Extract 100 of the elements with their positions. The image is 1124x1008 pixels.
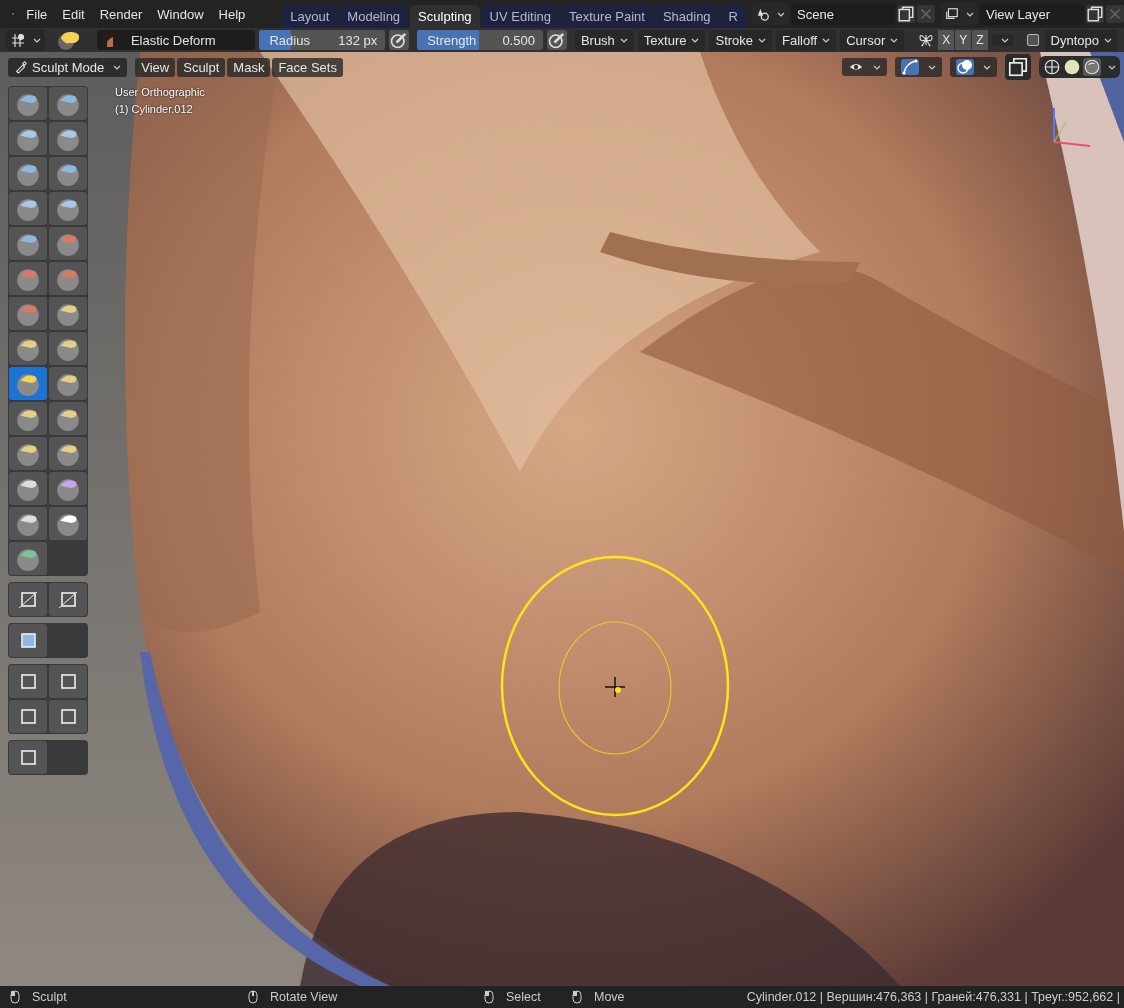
chevron-down-icon — [1104, 37, 1112, 43]
tool-button[interactable] — [9, 192, 47, 225]
strength-slider[interactable]: Strength 0.500 — [417, 30, 543, 50]
dropdown-menu[interactable]: Brush — [574, 29, 634, 51]
chevron-down-icon — [777, 11, 785, 17]
mouse-icon — [572, 990, 582, 1004]
tool-selector-button[interactable] — [6, 29, 45, 51]
tool-button[interactable] — [49, 192, 87, 225]
menu-item[interactable]: Edit — [62, 6, 93, 22]
visibility-dropdown[interactable] — [842, 58, 887, 76]
tool-button[interactable] — [9, 87, 47, 120]
viewport-info-text: (1) Cylinder.012 — [115, 103, 194, 115]
chevron-down-icon — [1108, 64, 1116, 70]
pressure-pen-icon[interactable] — [389, 30, 410, 50]
workspace-tab[interactable]: Shading — [654, 5, 719, 28]
chevron-down-icon — [928, 64, 936, 70]
tool-button[interactable] — [49, 297, 87, 330]
dropdown-menu[interactable]: Texture — [637, 29, 706, 51]
dyntopo-checkbox[interactable] — [1026, 34, 1039, 46]
tool-button[interactable] — [9, 624, 47, 657]
tool-button[interactable] — [49, 665, 87, 698]
status-hint: Sculpt — [32, 990, 67, 1004]
tool-button[interactable] — [9, 542, 47, 575]
curve-icon — [901, 59, 919, 75]
tool-button[interactable] — [9, 700, 47, 733]
chevron-down-icon — [33, 37, 41, 43]
chevron-down-icon — [1000, 37, 1009, 43]
symmetry-toggle[interactable]: X — [938, 30, 955, 50]
tool-button[interactable] — [9, 157, 47, 190]
tool-button[interactable] — [9, 227, 47, 260]
tool-button[interactable] — [49, 87, 87, 120]
mouse-icon — [10, 990, 20, 1004]
pressure-pen-icon[interactable] — [546, 30, 567, 50]
tool-button[interactable] — [49, 332, 87, 365]
shading-selector[interactable] — [1039, 56, 1120, 78]
tool-button[interactable] — [49, 122, 87, 155]
view-layer-selector-button[interactable] — [941, 3, 978, 25]
symmetry-toggle[interactable]: Z — [972, 30, 988, 50]
tool-button[interactable] — [9, 402, 47, 435]
workspace-tab[interactable]: Sculpting — [410, 5, 480, 28]
symmetry-toggle[interactable]: Y — [955, 30, 972, 50]
butterfly-icon — [918, 32, 935, 48]
scene-selector-button[interactable] — [752, 3, 789, 25]
tool-button[interactable] — [49, 583, 87, 616]
image-stack-icon — [945, 7, 959, 21]
workspace-tab[interactable]: Texture Paint — [561, 5, 653, 28]
tool-button[interactable] — [9, 332, 47, 365]
tool-button[interactable] — [49, 472, 87, 505]
tool-button[interactable] — [9, 122, 47, 155]
chevron-down-icon — [758, 37, 767, 43]
mouse-icon — [248, 990, 258, 1004]
tool-button[interactable] — [49, 367, 87, 400]
wireframe-shading-icon[interactable] — [1043, 58, 1061, 76]
view-layer-field[interactable]: View Layer — [980, 3, 1084, 25]
dyntopo-dropdown[interactable]: Dyntopo — [1044, 29, 1118, 51]
workspace-tab[interactable]: R — [720, 5, 746, 28]
scene-statistics: Cylinder.012 | Вершин:476,363 | Граней:476,331 | Треуг.:952,662 | — [746, 990, 1120, 1004]
menu-item[interactable]: Render — [99, 6, 151, 22]
dropdown-menu[interactable]: Stroke — [709, 29, 773, 51]
menu-item[interactable]: Help — [218, 6, 254, 22]
tool-button[interactable] — [9, 665, 47, 698]
tool-button[interactable] — [49, 700, 87, 733]
workspace-tab[interactable]: Modeling — [339, 5, 409, 28]
workspace-tab[interactable]: UV Editing — [481, 5, 559, 28]
gizmo-dropdown[interactable] — [895, 57, 942, 77]
tool-button[interactable] — [9, 367, 47, 400]
xray-toggle-icon[interactable] — [1005, 54, 1031, 80]
scene-name-field[interactable]: Scene — [791, 3, 895, 25]
solid-shading-icon[interactable] — [1063, 58, 1081, 76]
workspace-tab[interactable]: Layout — [282, 5, 338, 28]
chevron-down-icon — [983, 64, 991, 70]
tool-button[interactable] — [49, 157, 87, 190]
status-hint: Select — [506, 990, 541, 1004]
grid-tool-icon — [10, 32, 26, 48]
status-hint: Rotate View — [270, 990, 338, 1004]
tool-button[interactable] — [9, 472, 47, 505]
tool-button[interactable] — [49, 437, 87, 470]
copy-icon[interactable] — [897, 5, 915, 23]
texture-swatch-icon[interactable] — [102, 33, 117, 47]
chevron-down-icon — [966, 11, 974, 17]
symmetry-options-button[interactable] — [991, 34, 1013, 46]
menu-item[interactable]: File — [26, 6, 56, 22]
tool-button[interactable] — [49, 402, 87, 435]
copy-icon[interactable] — [1086, 5, 1104, 23]
dropdown-menu[interactable]: Falloff — [776, 29, 837, 51]
viewport-menu[interactable]: Sculpt — [177, 57, 226, 77]
tool-button[interactable] — [49, 507, 87, 540]
overlay-dropdown[interactable] — [950, 57, 997, 77]
scene-icon — [756, 7, 770, 21]
material-shading-icon[interactable] — [1083, 58, 1101, 76]
tool-button[interactable] — [9, 583, 47, 616]
overlay-circles-icon — [956, 59, 974, 75]
tool-button[interactable] — [9, 741, 47, 774]
viewport-menu[interactable]: Face Sets — [272, 57, 343, 77]
menu-item[interactable]: Window — [157, 6, 212, 22]
tool-button[interactable] — [9, 507, 47, 540]
tool-button[interactable] — [9, 437, 47, 470]
chevron-down-icon — [691, 37, 700, 43]
chevron-down-icon — [890, 37, 899, 43]
dropdown-menu[interactable]: Cursor — [840, 29, 905, 51]
